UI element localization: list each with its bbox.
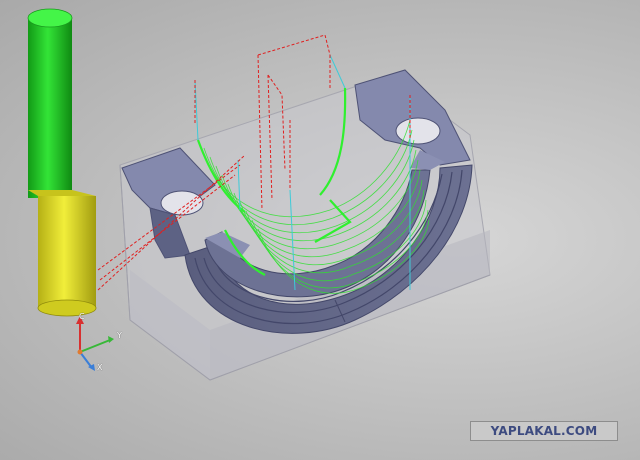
cutting-tool[interactable]: [27, 8, 97, 317]
3d-viewport[interactable]: C Y X YAPLAKAL.COM: [0, 0, 640, 460]
x-axis-label: X: [97, 363, 103, 372]
cam-scene[interactable]: [0, 0, 640, 460]
z-axis-label: C: [79, 312, 85, 321]
watermark-logo: YAPLAKAL.COM: [470, 421, 618, 441]
y-axis-label: Y: [117, 331, 122, 340]
axis-triad: [76, 316, 114, 371]
